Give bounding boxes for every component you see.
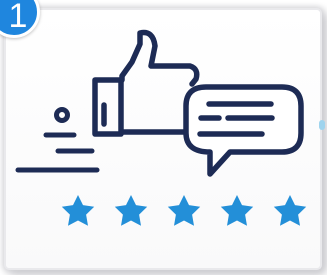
star-icon [61, 195, 95, 226]
star-icon [220, 195, 254, 226]
review-illustration [15, 29, 307, 226]
decorative-dot [319, 120, 325, 130]
step-number: 1 [8, 0, 28, 35]
star-icon [167, 195, 201, 226]
star-icon [114, 195, 148, 226]
thumbs-up-icon [92, 29, 200, 137]
rating-stars [61, 195, 307, 226]
star-icon [273, 195, 307, 226]
speech-bubble-icon [183, 84, 304, 177]
speed-lines-icon [15, 107, 100, 173]
